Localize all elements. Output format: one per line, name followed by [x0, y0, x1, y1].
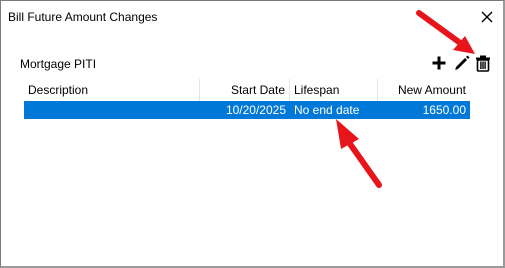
trash-icon — [476, 55, 490, 72]
dialog-title: Bill Future Amount Changes — [8, 10, 158, 24]
annotation-arrow-row — [336, 119, 382, 188]
edit-button[interactable] — [452, 53, 472, 73]
add-button[interactable] — [429, 53, 449, 73]
column-header-new-amount[interactable]: New Amount — [378, 79, 470, 101]
cell-start-date: 10/20/2025 — [225, 103, 286, 117]
column-header-lifespan[interactable]: Lifespan — [290, 79, 378, 101]
pencil-icon — [455, 55, 470, 70]
bill-name-label: Mortgage PITI — [20, 57, 97, 71]
cell-new-amount: 1650.00 — [422, 103, 466, 117]
plus-icon — [432, 56, 446, 70]
close-icon — [481, 11, 493, 23]
close-button[interactable] — [474, 4, 500, 30]
column-header-start-date[interactable]: Start Date — [200, 79, 290, 101]
cell-lifespan: No end date — [294, 103, 360, 117]
cell-description — [24, 101, 200, 119]
dialog-window: Bill Future Amount Changes Mortgage PITI — [0, 0, 505, 268]
amount-changes-table: Description Start Date Lifespan New Amou… — [24, 79, 470, 119]
column-header-description[interactable]: Description — [24, 79, 200, 101]
table-header: Description Start Date Lifespan New Amou… — [24, 79, 470, 102]
delete-button[interactable] — [473, 53, 493, 73]
table-row[interactable]: 10/20/2025 No end date 1650.00 — [24, 101, 470, 119]
